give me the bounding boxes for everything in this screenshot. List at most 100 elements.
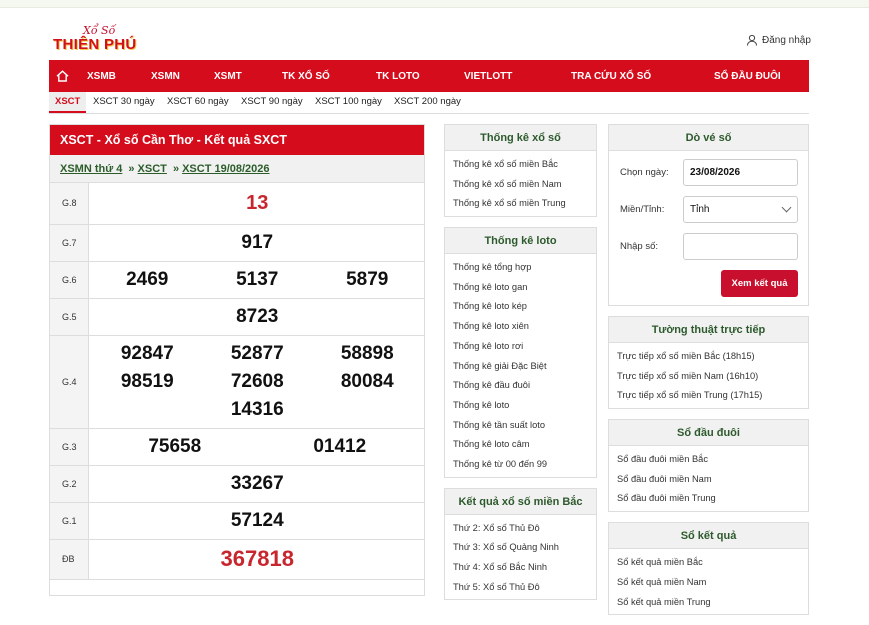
- results-book-box: Sổ kết quả Sổ kết quả miền Bắc Sổ kết qu…: [608, 522, 809, 616]
- results-title: XSCT - Xổ số Cần Thơ - Kết quả SXCT: [50, 125, 424, 155]
- nav-item-so-dau-duoi[interactable]: SỔ ĐẦU ĐUÔI: [714, 71, 781, 82]
- home-icon[interactable]: [51, 60, 73, 92]
- nav-item-tk-xoso[interactable]: TK XỔ SỐ: [282, 71, 330, 82]
- stats-link[interactable]: Thống kê xổ số miền Nam: [453, 175, 588, 195]
- prize-label: ĐB: [50, 539, 89, 580]
- loto-link[interactable]: Thống kê loto xiên: [453, 317, 588, 337]
- row-g5: G.5 8723: [50, 298, 424, 336]
- prize-number: 75658: [148, 435, 202, 457]
- stats-link[interactable]: Thống kê xổ số miền Trung: [453, 194, 588, 214]
- loto-link[interactable]: Thống kê tần suất loto: [453, 416, 588, 436]
- north-link[interactable]: Thứ 4: Xổ số Bắc Ninh: [453, 558, 588, 578]
- subnav-90[interactable]: XSCT 90 ngày: [241, 96, 303, 107]
- live-link[interactable]: Trực tiếp xổ số miền Trung (17h15): [617, 386, 800, 406]
- right-column: Dò vé số Chọn ngày: 23/08/2026 Miền/Tỉnh…: [608, 124, 809, 625]
- nav-item-xsmb[interactable]: XSMB: [87, 71, 116, 82]
- stats-link[interactable]: Thống kê xổ số miền Bắc: [453, 155, 588, 175]
- results-book-link[interactable]: Sổ kết quả miền Bắc: [617, 553, 800, 573]
- prize-label: G.7: [50, 224, 89, 262]
- number-input[interactable]: [683, 233, 798, 260]
- north-link[interactable]: Thứ 5: Xổ số Thủ Đô: [453, 578, 588, 598]
- main-nav: XSMB XSMN XSMT TK XỔ SỐ TK LOTO VIETLOTT…: [49, 60, 809, 92]
- results-book-title: Sổ kết quả: [609, 523, 808, 550]
- headtail-link[interactable]: Sổ đầu đuôi miền Trung: [617, 489, 800, 509]
- middle-column: Thống kê xổ số Thống kê xổ số miền Bắc T…: [444, 124, 597, 610]
- prize-number: 5879: [346, 268, 389, 290]
- subnav-100[interactable]: XSCT 100 ngày: [315, 96, 382, 107]
- live-box: Tường thuật trực tiếp Trực tiếp xổ số mi…: [608, 316, 809, 410]
- subnav-60[interactable]: XSCT 60 ngày: [167, 96, 229, 107]
- headtail-link[interactable]: Sổ đầu đuôi miền Bắc: [617, 450, 800, 470]
- loto-link[interactable]: Thống kê loto gan: [453, 278, 588, 298]
- north-link[interactable]: Thứ 3: Xổ số Quảng Ninh: [453, 538, 588, 558]
- headtail-link[interactable]: Sổ đầu đuôi miền Nam: [617, 470, 800, 490]
- prize-label: G.8: [50, 183, 89, 225]
- loto-link[interactable]: Thống kê loto kép: [453, 297, 588, 317]
- breadcrumb-sep: »: [128, 163, 135, 175]
- subnav-xsct[interactable]: XSCT: [49, 92, 87, 113]
- breadcrumb-sep: »: [172, 163, 180, 175]
- north-link[interactable]: Thứ 2: Xổ số Thủ Đô: [453, 519, 588, 539]
- prize-label: G.3: [50, 428, 89, 466]
- province-select[interactable]: Tỉnh: [683, 196, 798, 223]
- prize-label: G.5: [50, 298, 89, 336]
- loto-link[interactable]: Thống kê đầu đuôi: [453, 376, 588, 396]
- row-g1: G.1 57124: [50, 502, 424, 540]
- row-g6: G.6 2469 5137 5879: [50, 261, 424, 299]
- prize-label: G.1: [50, 502, 89, 540]
- loto-box: Thống kê loto Thống kê tổng hợp Thống kê…: [444, 227, 597, 478]
- north-results-box: Kết quả xổ số miền Bắc Thứ 2: Xổ số Thủ …: [444, 487, 597, 601]
- nav-item-vietlott[interactable]: VIETLOTT: [464, 71, 512, 82]
- results-book-link[interactable]: Sổ kết quả miền Trung: [617, 593, 800, 613]
- prize-label: G.6: [50, 261, 89, 299]
- user-icon: [747, 34, 757, 46]
- row-special: ĐB 367818: [50, 539, 424, 580]
- stats-box-title: Thống kê xổ số: [445, 125, 596, 151]
- prize-number: 8723: [88, 298, 424, 336]
- nav-item-tra-cuu[interactable]: TRA CỨU XỔ SỐ: [571, 71, 651, 82]
- prize-number: 80084: [340, 370, 394, 392]
- date-field[interactable]: 23/08/2026: [683, 159, 798, 186]
- prize-number: 52877: [230, 342, 284, 364]
- login-label: Đăng nhập: [762, 34, 811, 46]
- logo-brand-text: THIÊN PHÚ: [53, 36, 137, 53]
- ticket-check-form: Dò vé số Chọn ngày: 23/08/2026 Miền/Tỉnh…: [608, 124, 809, 306]
- live-link[interactable]: Trực tiếp xổ số miền Bắc (18h15): [617, 347, 800, 367]
- subnav-30[interactable]: XSCT 30 ngày: [93, 96, 155, 107]
- prize-number: 98519: [120, 370, 174, 392]
- nav-item-tk-loto[interactable]: TK LOTO: [376, 71, 420, 82]
- loto-link[interactable]: Thống kê giải Đặc Biệt: [453, 357, 588, 377]
- chevron-down-icon: [781, 202, 792, 213]
- row-g7: G.7 917: [50, 224, 424, 262]
- prize-number: 2469: [126, 268, 169, 290]
- nav-item-xsmn[interactable]: XSMN: [151, 71, 180, 82]
- prize-label: G.2: [50, 465, 89, 503]
- loto-link[interactable]: Thống kê loto: [453, 396, 588, 416]
- breadcrumb-xsmn[interactable]: XSMN thứ 4: [60, 163, 122, 175]
- loto-link[interactable]: Thống kê tổng hợp: [453, 258, 588, 278]
- subnav-200[interactable]: XSCT 200 ngày: [394, 96, 461, 107]
- date-label: Chọn ngày:: [620, 167, 669, 178]
- ticket-form-title: Dò vé số: [609, 125, 808, 151]
- prize-number-special: 367818: [88, 539, 424, 580]
- loto-link[interactable]: Thống kê loto câm: [453, 435, 588, 455]
- site-logo[interactable]: Xổ Số THIÊN PHÚ: [53, 24, 145, 54]
- row-g3: G.3 75658 01412: [50, 428, 424, 466]
- results-book-link[interactable]: Sổ kết quả miền Nam: [617, 573, 800, 593]
- headtail-box-title: Sổ đầu đuôi: [609, 420, 808, 447]
- submit-button[interactable]: Xem kết quả: [721, 270, 798, 297]
- nav-item-xsmt[interactable]: XSMT: [214, 71, 242, 82]
- results-panel: XSCT - Xổ số Cần Thơ - Kết quả SXCT XSMN…: [49, 124, 425, 596]
- top-strip: [0, 0, 869, 8]
- breadcrumb-xsct[interactable]: XSCT: [138, 163, 167, 175]
- login-link[interactable]: Đăng nhập: [746, 34, 811, 46]
- prize-number: 13: [88, 183, 424, 225]
- loto-link[interactable]: Thống kê loto rơi: [453, 337, 588, 357]
- row-g2: G.2 33267: [50, 465, 424, 503]
- loto-link[interactable]: Thống kê từ 00 đến 99: [453, 455, 588, 475]
- breadcrumb-date[interactable]: XSCT 19/08/2026: [182, 163, 269, 175]
- live-link[interactable]: Trực tiếp xổ số miền Nam (16h10): [617, 367, 800, 387]
- prize-number: 92847: [120, 342, 174, 364]
- prize-number: 72608: [230, 370, 284, 392]
- prize-number: 917: [88, 224, 424, 262]
